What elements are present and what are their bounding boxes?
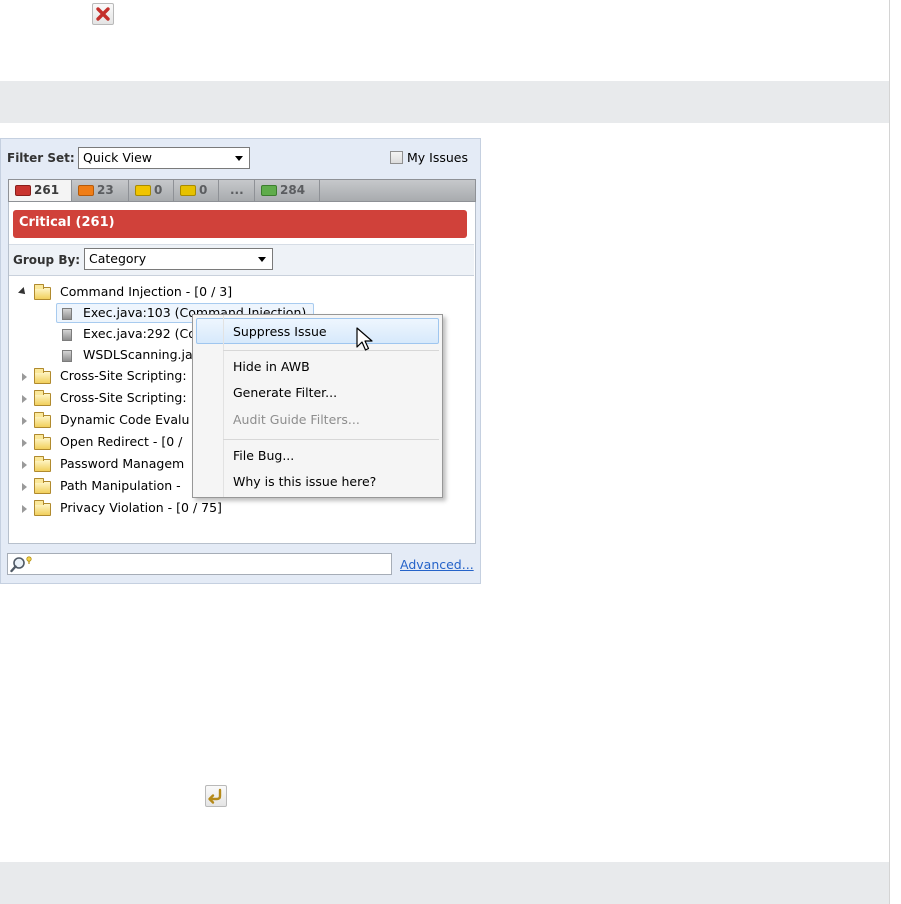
tree-folder-label: Dynamic Code Evalu <box>60 412 190 427</box>
tree-folder-label: Cross-Site Scripting: <box>60 368 187 383</box>
close-button[interactable] <box>92 3 114 25</box>
my-issues-label: My Issues <box>407 150 468 165</box>
tab-all-count: 284 <box>280 183 306 197</box>
tree-folder-command-injection[interactable]: Command Injection - [0 / 3] <box>14 283 314 303</box>
tab-high-count: 23 <box>97 183 114 197</box>
chevron-down-icon <box>258 257 266 262</box>
tab-critical-count: 261 <box>34 183 60 197</box>
tab-low[interactable]: 0 <box>174 180 219 201</box>
folder-icon <box>34 412 51 428</box>
tree-folder-password[interactable]: Password Managem <box>14 455 192 475</box>
tree-folder-xss-1[interactable]: Cross-Site Scripting: <box>14 367 192 387</box>
tab-more[interactable]: ... <box>219 180 255 201</box>
top-gray-bar <box>0 81 889 123</box>
tree-item-label: Exec.java:292 (Co <box>83 326 196 341</box>
tree-folder-label: Open Redirect - [0 / <box>60 434 183 449</box>
tab-critical[interactable]: 261 <box>9 180 72 201</box>
file-icon <box>62 350 72 362</box>
high-swatch-icon <box>78 185 94 196</box>
expand-closed-icon[interactable] <box>22 483 27 491</box>
expand-closed-icon[interactable] <box>22 439 27 447</box>
critical-swatch-icon <box>15 185 31 196</box>
all-swatch-icon <box>261 185 277 196</box>
folder-icon <box>34 284 51 300</box>
tab-high[interactable]: 23 <box>72 180 129 201</box>
tab-all[interactable]: 284 <box>255 180 320 201</box>
filter-set-dropdown[interactable]: Quick View <box>78 147 250 169</box>
tab-more-label: ... <box>230 183 244 197</box>
tree-folder-dynamic-code[interactable]: Dynamic Code Evalu <box>14 411 192 431</box>
search-input[interactable] <box>7 553 392 575</box>
chevron-down-icon <box>235 156 243 161</box>
menu-separator <box>223 439 439 440</box>
tree-folder-label: Password Managem <box>60 456 185 471</box>
menu-gutter <box>223 315 224 497</box>
tab-medium-count: 0 <box>154 183 163 197</box>
tree-folder-label: Cross-Site Scripting: <box>60 390 187 405</box>
mouse-pointer-icon <box>356 327 373 351</box>
folder-icon <box>34 478 51 494</box>
tab-low-count: 0 <box>199 183 208 197</box>
tree-item-label: WSDLScanning.ja <box>83 347 193 362</box>
file-icon <box>62 308 72 320</box>
filter-set-value: Quick View <box>83 150 152 165</box>
menu-item-suppress-issue[interactable]: Suppress Issue <box>233 324 327 339</box>
my-issues-checkbox[interactable] <box>390 151 403 164</box>
filter-set-label: Filter Set: <box>7 151 75 165</box>
expand-closed-icon[interactable] <box>22 505 27 513</box>
menu-item-audit-guide-filters: Audit Guide Filters... <box>233 412 360 427</box>
group-by-label: Group By: <box>13 253 81 267</box>
tree-folder-path-manipulation[interactable]: Path Manipulation - <box>14 477 192 497</box>
tree-folder-label: Command Injection - [0 / 3] <box>60 284 233 299</box>
folder-icon <box>34 500 51 516</box>
tree-item-exec-292[interactable]: Exec.java:292 (Co <box>56 324 196 344</box>
context-menu: Suppress Issue Hide in AWB Generate Filt… <box>192 314 443 498</box>
folder-icon <box>34 434 51 450</box>
tree-folder-label: Path Manipulation - <box>60 478 181 493</box>
folder-icon <box>34 390 51 406</box>
file-icon <box>62 329 72 341</box>
bottom-gray-bar <box>0 862 889 904</box>
group-by-value: Category <box>89 251 147 266</box>
severity-tabs: 261 23 0 0 ... 284 <box>8 179 476 202</box>
folder-icon <box>34 368 51 384</box>
undo-button[interactable] <box>205 785 227 807</box>
advanced-search-link[interactable]: Advanced... <box>400 557 474 572</box>
tree-folder-xss-2[interactable]: Cross-Site Scripting: <box>14 389 192 409</box>
menu-item-file-bug[interactable]: File Bug... <box>233 448 294 463</box>
expand-closed-icon[interactable] <box>22 417 27 425</box>
tab-medium[interactable]: 0 <box>129 180 174 201</box>
menu-item-hide-in-awb[interactable]: Hide in AWB <box>233 359 310 374</box>
menu-item-generate-filter[interactable]: Generate Filter... <box>233 385 337 400</box>
low-swatch-icon <box>180 185 196 196</box>
expand-closed-icon[interactable] <box>22 373 27 381</box>
expand-closed-icon[interactable] <box>22 395 27 403</box>
folder-icon <box>34 456 51 472</box>
tree-folder-privacy[interactable]: Privacy Violation - [0 / 75] <box>14 499 314 519</box>
medium-swatch-icon <box>135 185 151 196</box>
page-right-border <box>889 0 890 904</box>
undo-icon <box>208 788 222 804</box>
critical-banner: Critical (261) <box>13 210 467 238</box>
expand-open-icon[interactable] <box>18 287 28 297</box>
menu-separator <box>223 350 439 351</box>
search-icon <box>10 556 32 573</box>
expand-closed-icon[interactable] <box>22 461 27 469</box>
tree-folder-label: Privacy Violation - [0 / 75] <box>60 500 222 515</box>
close-icon <box>96 7 110 21</box>
group-by-dropdown[interactable]: Category <box>84 248 273 270</box>
tree-folder-open-redirect[interactable]: Open Redirect - [0 / <box>14 433 192 453</box>
menu-item-why-is-this-issue-here[interactable]: Why is this issue here? <box>233 474 376 489</box>
tree-item-wsdl[interactable]: WSDLScanning.ja <box>56 345 196 365</box>
